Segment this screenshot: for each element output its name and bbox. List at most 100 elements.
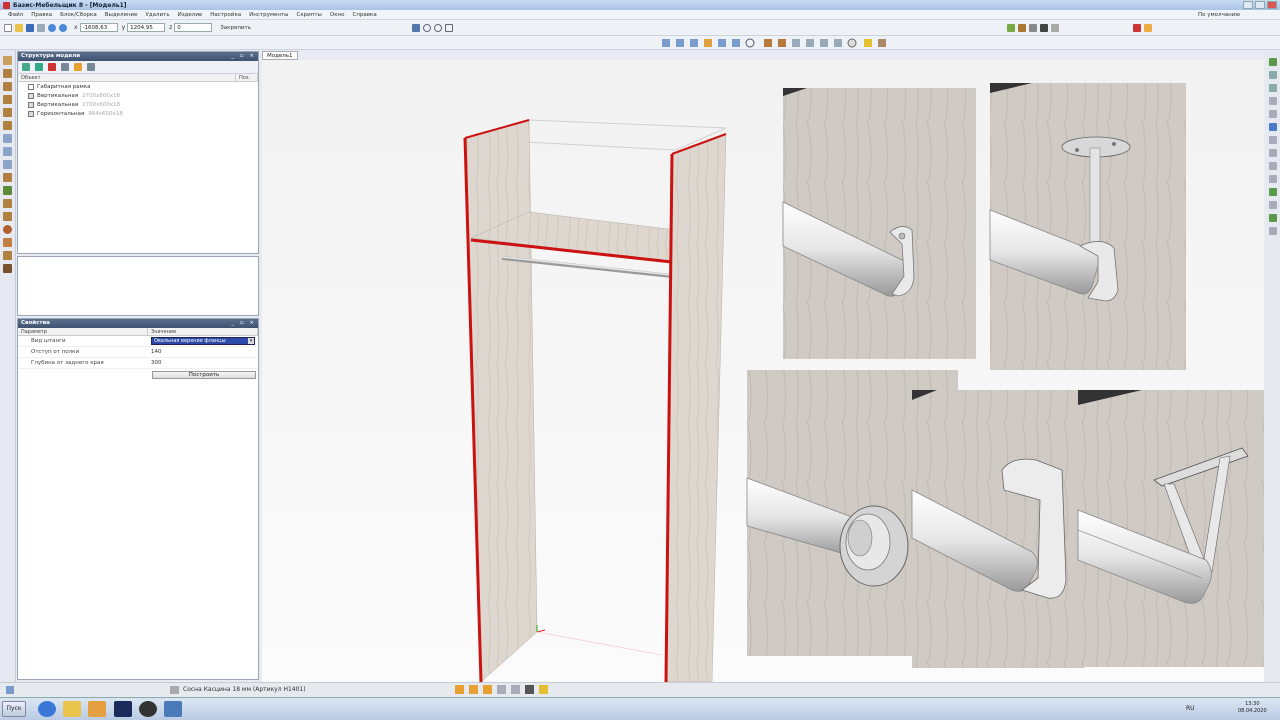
fix-button[interactable]: Закрепить: [220, 25, 251, 31]
menu-block[interactable]: Блок/Сборка: [60, 12, 97, 18]
frontal-panel-icon[interactable]: [3, 95, 12, 104]
drawer-icon[interactable]: [3, 147, 12, 156]
panel-controls[interactable]: _ ▫ ×: [231, 52, 256, 61]
groove-icon[interactable]: [3, 212, 12, 221]
shelf-icon[interactable]: [3, 108, 12, 117]
tree-item[interactable]: Горизонтальная 964x600x18: [18, 109, 258, 118]
show-icon[interactable]: [1269, 214, 1277, 222]
hidden-icon[interactable]: [820, 39, 828, 47]
view-right-icon[interactable]: [718, 39, 726, 47]
menu-help[interactable]: Справка: [353, 12, 377, 18]
rod-type-select[interactable]: Овальная верхние фланцы ▾: [151, 337, 255, 345]
align-icon[interactable]: [1269, 123, 1277, 131]
menu-scripts[interactable]: Скрипты: [297, 12, 322, 18]
view-back-icon[interactable]: [732, 39, 740, 47]
bazis-app-icon[interactable]: [164, 701, 182, 717]
menu-delete[interactable]: Удалить: [146, 12, 170, 18]
z-coordinate-field[interactable]: 0: [174, 23, 213, 32]
panel-tool-icon[interactable]: [3, 56, 12, 65]
view-buttons[interactable]: [662, 38, 886, 48]
array-icon[interactable]: [1269, 162, 1277, 170]
material-icon[interactable]: [3, 251, 12, 260]
menu-tools[interactable]: Инструменты: [249, 12, 288, 18]
copy-icon[interactable]: [1269, 136, 1277, 144]
shaded-icon[interactable]: [806, 39, 814, 47]
ortho-icon[interactable]: [1269, 84, 1277, 92]
pointer-icon[interactable]: [412, 23, 420, 32]
grid-snap-icon[interactable]: [1269, 71, 1277, 79]
view-iso-icon[interactable]: [704, 39, 712, 47]
col-param[interactable]: Параметр: [18, 328, 148, 335]
mirror-icon[interactable]: [1269, 149, 1277, 157]
filter-icon[interactable]: [74, 63, 82, 71]
view-left-icon[interactable]: [676, 39, 684, 47]
expand-icon[interactable]: [22, 63, 30, 71]
panel-controls[interactable]: _ ▫ ×: [231, 319, 256, 328]
tree-icon[interactable]: [1007, 23, 1015, 32]
hide-icon[interactable]: [1269, 201, 1277, 209]
link-icon[interactable]: [61, 63, 69, 71]
menu-window[interactable]: Окно: [330, 12, 345, 18]
depth-value[interactable]: 300: [148, 360, 258, 366]
layout-preset-dropdown[interactable]: По умолчанию: [1198, 12, 1240, 18]
x-coordinate-field[interactable]: -1608,63: [79, 23, 118, 32]
open-folder-icon[interactable]: [15, 23, 23, 32]
snap-center-icon[interactable]: [497, 685, 506, 694]
add-icon[interactable]: [35, 63, 43, 71]
3d-viewport[interactable]: [262, 60, 1264, 682]
move-icon[interactable]: [1269, 175, 1277, 183]
remove-icon[interactable]: [48, 63, 56, 71]
recorder-icon[interactable]: [139, 701, 157, 717]
dim-icon[interactable]: [1269, 110, 1277, 118]
hole-icon[interactable]: [3, 225, 12, 234]
panel-icon[interactable]: [1018, 23, 1026, 32]
rotate-icon[interactable]: [745, 38, 755, 48]
col-object[interactable]: Объект: [18, 74, 236, 81]
view-front-icon[interactable]: [662, 39, 670, 47]
vertical-panel-icon[interactable]: [3, 69, 12, 78]
render-mat-icon[interactable]: [778, 39, 786, 47]
ruler-icon[interactable]: [1144, 23, 1152, 32]
section-icon[interactable]: [834, 39, 842, 47]
minimize-button[interactable]: [1243, 1, 1253, 9]
measure-icon[interactable]: [1269, 97, 1277, 105]
status-info-icon[interactable]: [6, 686, 14, 694]
texture-icon[interactable]: [3, 264, 12, 273]
snap-node-icon[interactable]: [525, 685, 534, 694]
grid-icon[interactable]: [1122, 24, 1130, 32]
close-button[interactable]: [1267, 1, 1277, 9]
y-coordinate-field[interactable]: 1204,95: [127, 23, 166, 32]
box-icon[interactable]: [3, 121, 12, 130]
view-options-icon[interactable]: [87, 63, 95, 71]
language-indicator[interactable]: RU: [1186, 705, 1195, 712]
col-value[interactable]: Значение: [148, 328, 258, 335]
render-wood-icon[interactable]: [764, 39, 772, 47]
print-icon[interactable]: [37, 23, 45, 32]
shelf-offset-value[interactable]: 140: [148, 349, 258, 355]
camera-icon[interactable]: [878, 39, 886, 47]
cone-icon[interactable]: [3, 238, 12, 247]
tab-model1[interactable]: Модель1: [262, 51, 298, 60]
cursor-icon[interactable]: [401, 24, 409, 32]
snap-grid-icon[interactable]: [483, 685, 492, 694]
explorer-icon[interactable]: [63, 701, 81, 717]
rect-tool-icon[interactable]: [445, 23, 453, 32]
color-icon[interactable]: [1269, 188, 1277, 196]
save-icon[interactable]: [26, 23, 34, 32]
menu-settings[interactable]: Настройка: [210, 12, 241, 18]
menu-select[interactable]: Выделение: [105, 12, 138, 18]
ie-icon[interactable]: [38, 701, 56, 717]
arc-tool-icon[interactable]: [434, 23, 442, 32]
maximize-button[interactable]: [1255, 1, 1265, 9]
table-icon[interactable]: [1029, 23, 1037, 32]
profile-icon[interactable]: [3, 173, 12, 182]
edge-icon[interactable]: [3, 199, 12, 208]
undo-icon[interactable]: [48, 23, 56, 32]
horizontal-panel-icon[interactable]: [3, 82, 12, 91]
clock[interactable]: 13:30 08.04.2020: [1238, 701, 1267, 715]
tree-item[interactable]: Вертикальная 2700x600x18: [18, 91, 258, 100]
photoshop-icon[interactable]: [114, 701, 132, 717]
chevron-down-icon[interactable]: ▾: [248, 338, 254, 344]
tree-item[interactable]: Габаритная рамка: [18, 82, 258, 91]
build-button[interactable]: Построить: [152, 371, 256, 379]
